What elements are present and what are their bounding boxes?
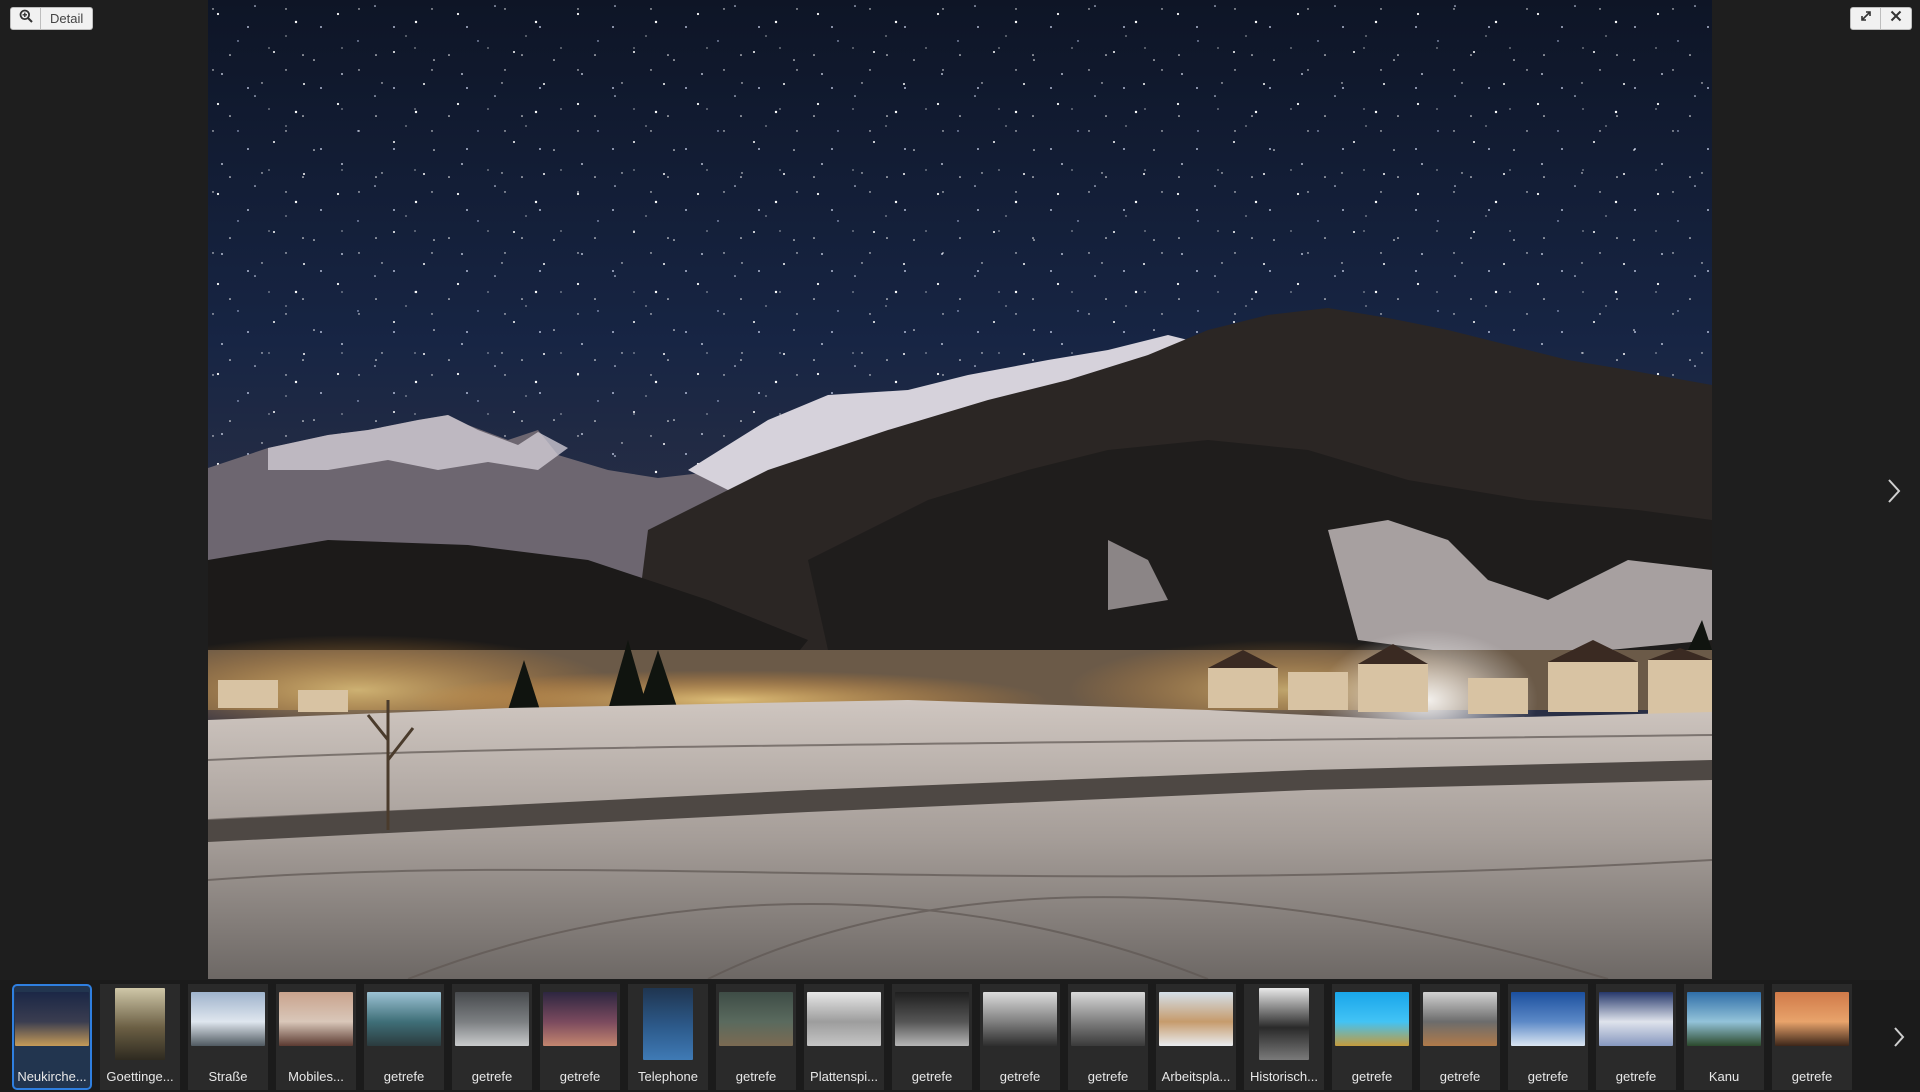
thumbnail-label: getrefe bbox=[1615, 1069, 1657, 1084]
thumbnail-label: Mobiles... bbox=[288, 1069, 344, 1084]
top-right-toolbar bbox=[1850, 7, 1912, 30]
filmstrip-next-button[interactable] bbox=[1890, 1026, 1908, 1052]
filmstrip-thumbnail[interactable]: Mobiles... bbox=[276, 984, 356, 1090]
filmstrip-thumbnail[interactable]: getrefe bbox=[1508, 984, 1588, 1090]
thumbnail-label: getrefe bbox=[559, 1069, 601, 1084]
thumbnail-label: getrefe bbox=[383, 1069, 425, 1084]
close-button[interactable] bbox=[1881, 7, 1912, 30]
thumbnail-image bbox=[367, 992, 441, 1046]
image-viewer: Detail Neukirche... Goettinge... Straße … bbox=[0, 0, 1920, 1092]
thumbnail-label: getrefe bbox=[1087, 1069, 1129, 1084]
expand-icon bbox=[1859, 9, 1873, 28]
filmstrip-thumbnail[interactable]: getrefe bbox=[364, 984, 444, 1090]
thumbnail-image bbox=[1259, 988, 1309, 1060]
thumbnail-image bbox=[1599, 992, 1673, 1046]
thumbnail-image bbox=[1775, 992, 1849, 1046]
thumbnail-image bbox=[895, 992, 969, 1046]
thumbnail-label: getrefe bbox=[1439, 1069, 1481, 1084]
thumbnail-image bbox=[1071, 992, 1145, 1046]
filmstrip-thumbnail[interactable]: Neukirche... bbox=[12, 984, 92, 1090]
thumbnail-image bbox=[1511, 992, 1585, 1046]
thumbnail-image bbox=[455, 992, 529, 1046]
filmstrip-thumbnail[interactable]: Kanu bbox=[1684, 984, 1764, 1090]
thumbnail-label: Historisch... bbox=[1250, 1069, 1318, 1084]
fullscreen-button[interactable] bbox=[1850, 7, 1881, 30]
thumbnail-label: Straße bbox=[208, 1069, 248, 1084]
filmstrip-thumbnail[interactable]: getrefe bbox=[1068, 984, 1148, 1090]
zoom-in-button[interactable] bbox=[10, 7, 41, 30]
thumbnail-image bbox=[1335, 992, 1409, 1046]
detail-button[interactable]: Detail bbox=[41, 7, 94, 30]
main-photo bbox=[208, 0, 1712, 979]
top-left-toolbar: Detail bbox=[10, 7, 94, 30]
filmstrip-thumbnail[interactable]: getrefe bbox=[540, 984, 620, 1090]
thumbnail-image bbox=[983, 992, 1057, 1046]
thumbnail-label: getrefe bbox=[1351, 1069, 1393, 1084]
thumbnail-label: getrefe bbox=[911, 1069, 953, 1084]
thumbnail-label: getrefe bbox=[471, 1069, 513, 1084]
filmstrip-thumbnail[interactable]: getrefe bbox=[716, 984, 796, 1090]
thumbnail-image bbox=[279, 992, 353, 1046]
close-icon bbox=[1889, 9, 1903, 28]
thumbnail-label: Arbeitspla... bbox=[1161, 1069, 1231, 1084]
filmstrip-thumbnail[interactable]: Telephone bbox=[628, 984, 708, 1090]
thumbnail-label: Telephone bbox=[638, 1069, 698, 1084]
filmstrip-thumbnail[interactable]: getrefe bbox=[452, 984, 532, 1090]
thumbnail-image bbox=[1159, 992, 1233, 1046]
filmstrip-thumbnail[interactable]: getrefe bbox=[892, 984, 972, 1090]
thumbnail-label: getrefe bbox=[1527, 1069, 1569, 1084]
chevron-right-icon bbox=[1893, 1026, 1905, 1053]
next-image-button[interactable] bbox=[1882, 478, 1906, 508]
thumbnail-image bbox=[807, 992, 881, 1046]
filmstrip-thumbnail[interactable]: Goettinge... bbox=[100, 984, 180, 1090]
chevron-right-icon bbox=[1887, 478, 1901, 509]
thumbnail-label: getrefe bbox=[735, 1069, 777, 1084]
thumbnail-image bbox=[643, 988, 693, 1060]
thumbnail-image bbox=[191, 992, 265, 1046]
zoom-in-icon bbox=[19, 9, 33, 28]
thumbnail-label: getrefe bbox=[1791, 1069, 1833, 1084]
thumbnail-image bbox=[1423, 992, 1497, 1046]
filmstrip-thumbnail[interactable]: Arbeitspla... bbox=[1156, 984, 1236, 1090]
filmstrip-thumbnail[interactable]: getrefe bbox=[980, 984, 1060, 1090]
thumbnail-image bbox=[15, 992, 89, 1046]
thumbnail-image bbox=[115, 988, 165, 1060]
thumbnail-image bbox=[543, 992, 617, 1046]
thumbnail-image bbox=[1687, 992, 1761, 1046]
filmstrip-thumbnails: Neukirche... Goettinge... Straße Mobiles...… bbox=[12, 984, 1880, 1090]
filmstrip-thumbnail[interactable]: getrefe bbox=[1332, 984, 1412, 1090]
thumbnail-label: Neukirche... bbox=[17, 1069, 87, 1084]
filmstrip-thumbnail[interactable]: getrefe bbox=[1596, 984, 1676, 1090]
thumbnail-image bbox=[719, 992, 793, 1046]
filmstrip-thumbnail[interactable]: getrefe bbox=[1420, 984, 1500, 1090]
thumbnail-label: Kanu bbox=[1708, 1069, 1740, 1084]
thumbnail-label: getrefe bbox=[999, 1069, 1041, 1084]
filmstrip-thumbnail[interactable]: getrefe bbox=[1772, 984, 1852, 1090]
filmstrip-thumbnail[interactable]: Plattenspi... bbox=[804, 984, 884, 1090]
filmstrip-thumbnail[interactable]: Straße bbox=[188, 984, 268, 1090]
filmstrip: Neukirche... Goettinge... Straße Mobiles...… bbox=[0, 980, 1920, 1092]
thumbnail-label: Goettinge... bbox=[106, 1069, 174, 1084]
thumbnail-label: Plattenspi... bbox=[810, 1069, 878, 1084]
filmstrip-thumbnail[interactable]: Historisch... bbox=[1244, 984, 1324, 1090]
